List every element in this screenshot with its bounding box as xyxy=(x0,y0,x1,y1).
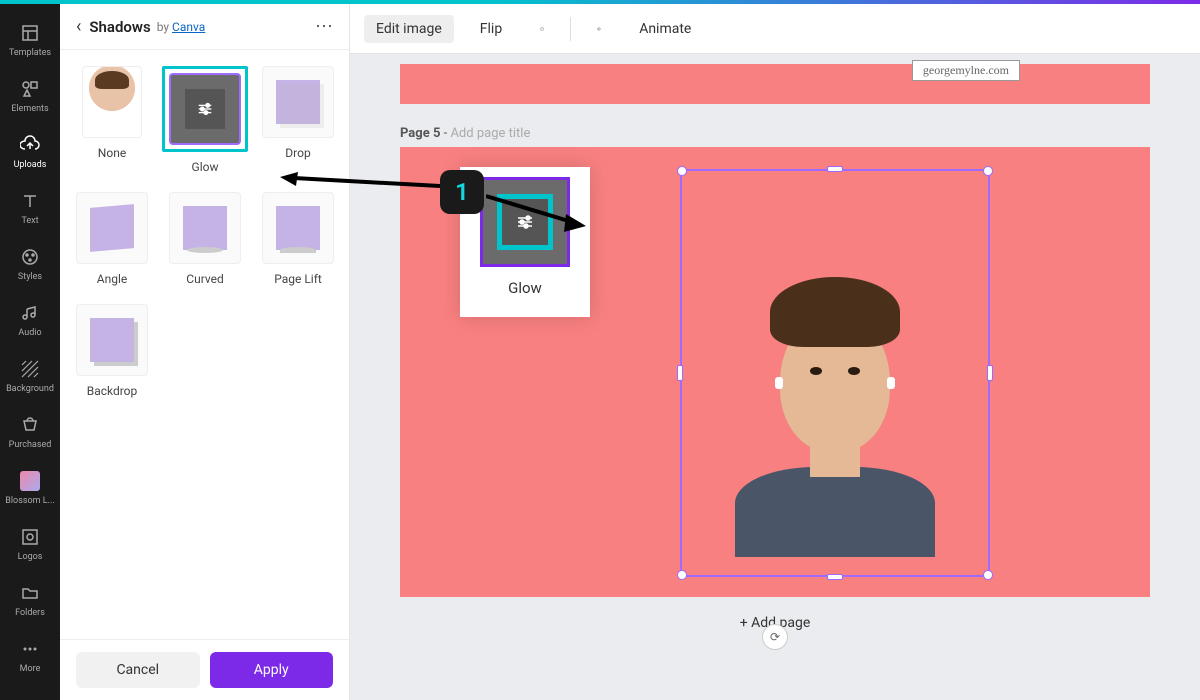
tile-drop[interactable]: Drop xyxy=(262,66,334,174)
text-icon xyxy=(19,190,41,212)
rail-label: Purchased xyxy=(9,440,52,450)
rail-text[interactable]: Text xyxy=(0,180,60,236)
rail-folders[interactable]: Folders xyxy=(0,572,60,628)
rail-background[interactable]: Background xyxy=(0,348,60,404)
rail-templates[interactable]: Templates xyxy=(0,12,60,68)
tile-label: Page Lift xyxy=(274,272,322,286)
panel-more-button[interactable]: ⋯ xyxy=(315,16,333,37)
handle-bl[interactable] xyxy=(677,570,687,580)
handle-lm[interactable] xyxy=(677,365,683,381)
tile-backdrop[interactable]: Backdrop xyxy=(76,304,148,398)
tile-label: Backdrop xyxy=(87,384,138,398)
audio-icon xyxy=(19,302,41,324)
annotation-arrow-right xyxy=(486,192,586,232)
prev-page-slice[interactable]: georgemylne.com xyxy=(400,64,1150,104)
rail-label: Background xyxy=(6,384,54,394)
edit-image-button[interactable]: Edit image xyxy=(364,15,454,43)
more-icon xyxy=(19,638,41,660)
effects-panel: ‹ Shadows by Canva ⋯ None Glow Drop Angl… xyxy=(60,4,350,700)
handle-tr[interactable] xyxy=(983,166,993,176)
back-button[interactable]: ‹ xyxy=(76,16,81,37)
rail-more[interactable]: More xyxy=(0,628,60,684)
page-label[interactable]: Page 5 - Add page title xyxy=(400,126,1150,141)
handle-tl[interactable] xyxy=(677,166,687,176)
folders-icon xyxy=(19,582,41,604)
watermark: georgemylne.com xyxy=(912,60,1020,81)
tile-label: Glow xyxy=(192,160,219,174)
rail-purchased[interactable]: Purchased xyxy=(0,404,60,460)
panel-byline: by Canva xyxy=(157,20,206,34)
canvas-area: Edit image Flip Animate georgemylne.com … xyxy=(350,4,1200,700)
animate-icon[interactable] xyxy=(585,15,613,43)
tile-curved[interactable]: Curved xyxy=(162,192,248,286)
apply-button[interactable]: Apply xyxy=(210,652,334,688)
rail-label: Uploads xyxy=(14,160,47,170)
styles-icon xyxy=(19,246,41,268)
cancel-button[interactable]: Cancel xyxy=(76,652,200,688)
blossom-icon xyxy=(19,470,41,492)
background-icon xyxy=(19,358,41,380)
byline-link[interactable]: Canva xyxy=(172,20,205,34)
logos-icon xyxy=(19,526,41,548)
tile-label: Drop xyxy=(285,146,310,160)
tile-glow[interactable]: Glow xyxy=(162,66,248,174)
nav-rail: Templates Elements Uploads Text Styles A… xyxy=(0,4,60,700)
rail-uploads[interactable]: Uploads xyxy=(0,124,60,180)
rail-label: Styles xyxy=(18,272,42,282)
tile-label: None xyxy=(98,146,126,160)
shadow-grid: None Glow Drop Angle Curved Page Lift Ba… xyxy=(60,50,349,639)
rail-label: Text xyxy=(21,216,38,226)
handle-rm[interactable] xyxy=(987,365,993,381)
annotation-arrow-left xyxy=(280,172,440,192)
rail-label: Logos xyxy=(18,552,43,562)
handle-br[interactable] xyxy=(983,570,993,580)
rail-label: Elements xyxy=(11,104,48,114)
handle-bm[interactable] xyxy=(827,574,843,580)
uploads-icon xyxy=(19,134,41,156)
elements-icon xyxy=(19,78,41,100)
rail-blossom[interactable]: Blossom L... xyxy=(0,460,60,516)
panel-title: Shadows xyxy=(89,18,150,36)
handle-tm[interactable] xyxy=(827,166,843,172)
selection-box[interactable] xyxy=(680,169,990,577)
context-toolbar: Edit image Flip Animate xyxy=(350,4,1200,54)
purchased-icon xyxy=(19,414,41,436)
glow-preview-label: Glow xyxy=(508,279,542,297)
annotation-badge-1: 1 xyxy=(440,170,484,214)
sync-indicator[interactable]: ⟳ xyxy=(762,624,788,650)
tile-label: Curved xyxy=(186,272,223,286)
rail-label: More xyxy=(20,664,41,674)
rail-elements[interactable]: Elements xyxy=(0,68,60,124)
tile-angle[interactable]: Angle xyxy=(76,192,148,286)
animate-button[interactable]: Animate xyxy=(627,15,703,43)
rail-label: Blossom L... xyxy=(5,496,54,506)
templates-icon xyxy=(19,22,41,44)
rail-styles[interactable]: Styles xyxy=(0,236,60,292)
tile-pagelift[interactable]: Page Lift xyxy=(262,192,334,286)
rail-logos[interactable]: Logos xyxy=(0,516,60,572)
info-button[interactable] xyxy=(528,15,556,43)
flip-button[interactable]: Flip xyxy=(468,15,514,43)
tile-label: Angle xyxy=(97,272,127,286)
rail-label: Templates xyxy=(9,48,51,58)
rail-audio[interactable]: Audio xyxy=(0,292,60,348)
rail-label: Audio xyxy=(18,328,41,338)
rail-label: Folders xyxy=(15,608,45,618)
canvas-scroll[interactable]: georgemylne.com Page 5 - Add page title … xyxy=(350,54,1200,700)
toolbar-divider xyxy=(570,17,571,41)
tile-none[interactable]: None xyxy=(76,66,148,174)
